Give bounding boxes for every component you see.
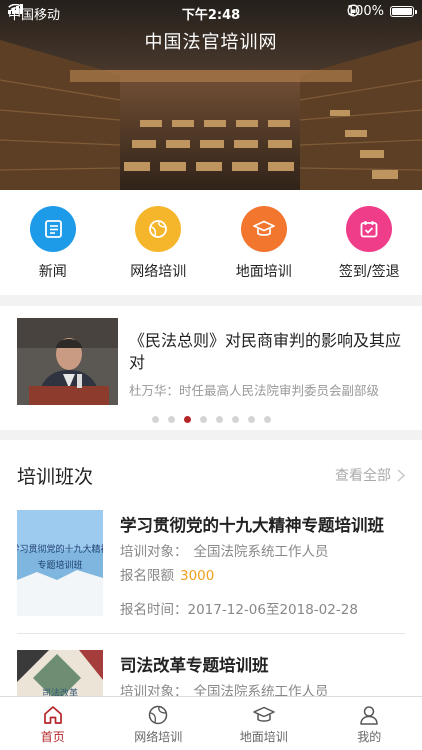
carousel-dot[interactable] [199, 416, 207, 423]
quota-value: 3000 [180, 568, 215, 584]
course-target: 培训对象： 全国法院系统工作人员 [120, 544, 329, 560]
chevron-right-icon [397, 468, 405, 482]
app-home-screen: 中国移动 下午2:48 100% 中国法官培训网 新闻 网络培训 地面培训 签到… [0, 0, 422, 750]
tab-label-profile: 我的 [357, 730, 382, 744]
news-title[interactable]: 《民法总则》对民商审判的影响及其应对 [129, 330, 414, 374]
course-signup-time: 报名时间：2017-12-06至2018-02-28 [120, 602, 358, 618]
news-icon [29, 206, 76, 252]
menu-item-news[interactable]: 新闻 [0, 190, 106, 295]
course-target: 培训对象： 全国法院系统工作人员 [120, 684, 329, 696]
course-title[interactable]: 司法改革专题培训班 [120, 652, 405, 676]
carousel-dot[interactable] [247, 416, 255, 423]
orientation-lock-icon [347, 4, 360, 17]
carousel-dot[interactable] [215, 416, 223, 423]
course-item[interactable]: 司法改革 司法改革专题培训班 培训对象： 全国法院系统工作人员 [17, 650, 405, 696]
course-item[interactable]: 学习贯彻党的十九大精神 专题培训班 学习贯彻党的十九大精神专题培训班 培训对象：… [17, 510, 405, 618]
tab-label-onsite-training: 地面培训 [239, 730, 288, 744]
carousel-dot[interactable] [263, 416, 271, 423]
carousel-indicator [0, 416, 422, 423]
tab-label-online-training: 网络培训 [134, 730, 183, 744]
course-thumbnail: 司法改革 [17, 650, 103, 696]
carousel-dot[interactable] [167, 416, 175, 423]
menu-label-online-training: 网络培训 [130, 264, 187, 280]
divider [17, 633, 405, 634]
view-all-label: 查看全部 [335, 468, 391, 484]
calendar-check-icon [346, 206, 393, 252]
course-thumb-text: 学习贯彻党的十九大精神 [17, 543, 103, 555]
tab-label-home: 首页 [40, 730, 65, 744]
training-sessions-section: 培训班次 查看全部 学习贯彻党的十九大精神 专题培训班 学习贯彻党的十九大精神专… [0, 440, 422, 696]
news-subtitle: 杜万华：时任最高人民法院审判委员会副部级 [129, 383, 380, 398]
globe-icon [149, 705, 168, 725]
home-icon [43, 706, 62, 724]
app-title: 中国法官培训网 [144, 32, 278, 53]
course-thumb-text: 司法改革 [42, 687, 78, 696]
menu-label-checkin: 签到/签退 [338, 264, 400, 280]
course-quota: 报名限额 3000 [120, 568, 215, 584]
view-all-link[interactable]: 查看全部 [335, 465, 405, 485]
news-thumbnail [17, 318, 118, 405]
graduation-cap-icon [253, 706, 275, 722]
quick-menu: 新闻 网络培训 地面培训 签到/签退 [0, 190, 422, 295]
hero-banner: 中国移动 下午2:48 100% 中国法官培训网 [0, 0, 422, 190]
news-carousel[interactable]: 《民法总则》对民商审判的影响及其应对 杜万华：时任最高人民法院审判委员会副部级 [0, 306, 422, 430]
menu-item-checkin[interactable]: 签到/签退 [317, 190, 422, 295]
tab-onsite-training[interactable]: 地面培训 [211, 697, 317, 750]
menu-item-onsite-training[interactable]: 地面培训 [211, 190, 317, 295]
section-title: 培训班次 [17, 466, 94, 488]
status-bar: 中国移动 下午2:48 100% [0, 0, 422, 24]
tab-online-training[interactable]: 网络培训 [106, 697, 212, 750]
menu-item-online-training[interactable]: 网络培训 [106, 190, 212, 295]
bottom-tab-bar: 首页 网络培训 地面培训 我的 [0, 696, 422, 750]
globe-icon [135, 206, 182, 252]
course-title[interactable]: 学习贯彻党的十九大精神专题培训班 [120, 512, 405, 536]
graduation-cap-icon [240, 206, 287, 252]
menu-label-news: 新闻 [38, 264, 67, 280]
tab-home[interactable]: 首页 [0, 697, 106, 750]
menu-label-onsite-training: 地面培训 [235, 264, 292, 280]
carousel-dot[interactable] [183, 416, 191, 423]
carousel-dot[interactable] [151, 416, 159, 423]
battery-icon [390, 6, 417, 17]
course-thumbnail: 学习贯彻党的十九大精神 专题培训班 [17, 510, 103, 616]
course-thumb-text-2: 专题培训班 [37, 559, 82, 571]
carousel-dot[interactable] [231, 416, 239, 423]
user-icon [360, 706, 378, 725]
tab-profile[interactable]: 我的 [317, 697, 422, 750]
